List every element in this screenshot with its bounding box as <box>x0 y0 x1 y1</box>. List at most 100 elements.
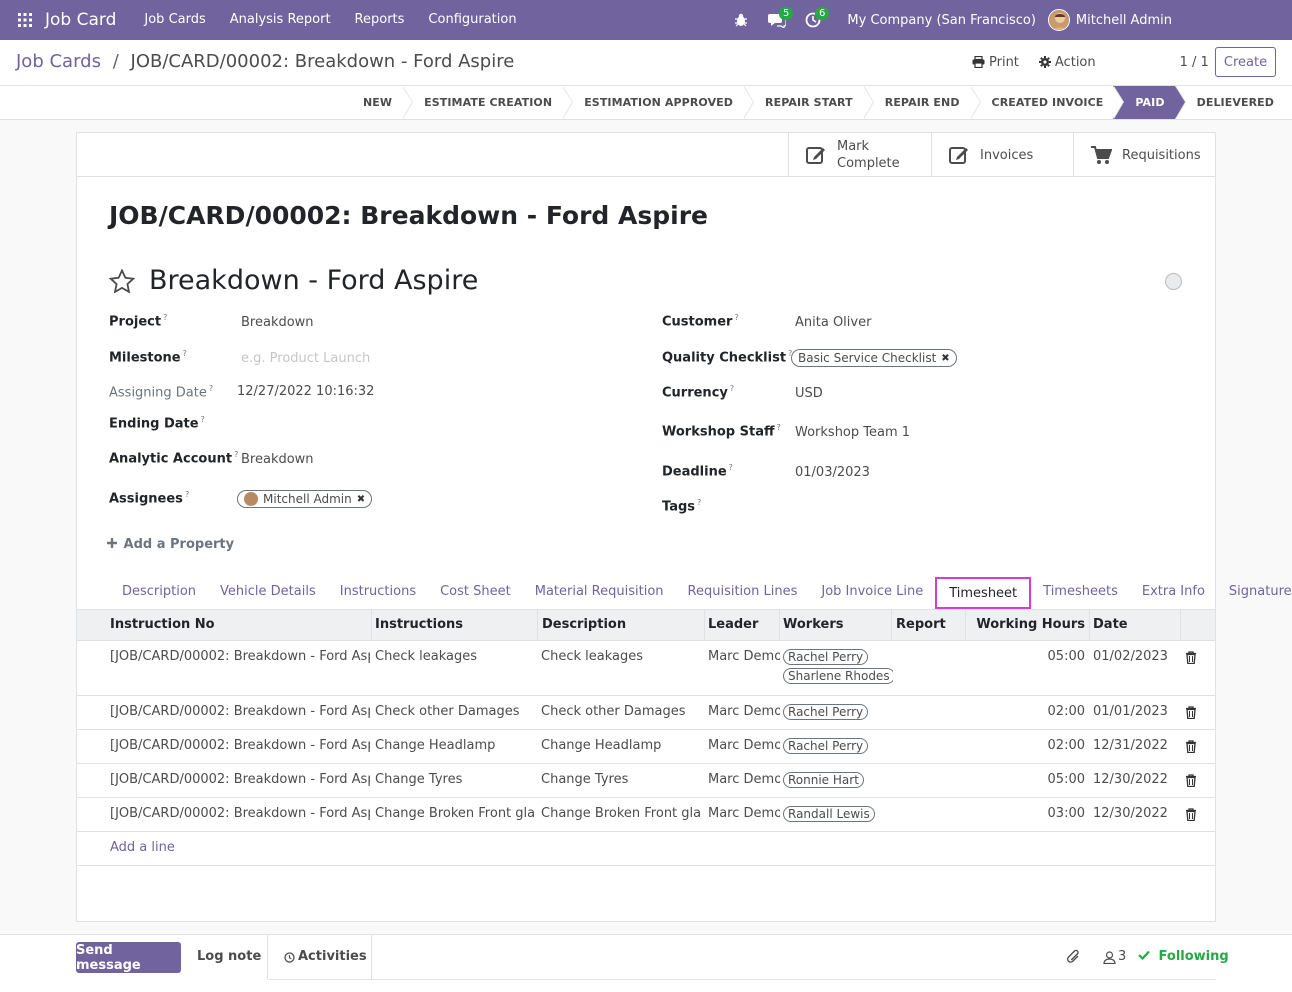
user-name: Mitchell Admin <box>1075 12 1172 28</box>
cell-instructions: Change Headlamp <box>375 738 496 753</box>
worker-tag: Rachel Perry <box>783 649 869 665</box>
col-instruction-no[interactable]: Instruction No <box>106 610 372 641</box>
menu-reports[interactable]: Reports <box>343 0 417 40</box>
tab-job-invoice-line[interactable]: Job Invoice Line <box>809 577 935 609</box>
currency-field[interactable]: USD <box>795 386 823 401</box>
cell-working-hours: 05:00 <box>1047 772 1085 787</box>
app-brand[interactable]: Job Card <box>45 10 116 30</box>
action-button[interactable]: Action <box>1038 55 1096 70</box>
invoices-button[interactable]: Invoices <box>931 133 1073 177</box>
table-row[interactable]: [JOB/CARD/00002: Breakdown - Ford Asp...… <box>77 764 1215 798</box>
mark-complete-label-1: Mark <box>837 139 870 154</box>
add-line-button[interactable]: Add a line <box>110 840 175 855</box>
stage-repair-end[interactable]: REPAIR END <box>863 86 981 119</box>
tab-signature[interactable]: Signature <box>1217 577 1292 609</box>
cell-description: Change Headlamp <box>541 738 662 753</box>
col-description[interactable]: Description <box>538 610 705 641</box>
create-button[interactable]: Create <box>1215 47 1276 77</box>
chat-icon[interactable]: 5 <box>759 0 795 40</box>
following-button[interactable]: Following <box>1138 935 1229 979</box>
analytic-account-label: Analytic Account? <box>109 450 239 467</box>
tab-requisition-lines[interactable]: Requisition Lines <box>676 577 810 609</box>
task-name-field[interactable]: Breakdown - Ford Aspire <box>149 265 478 296</box>
cell-instruction-no: [JOB/CARD/00002: Breakdown - Ford Asp... <box>110 704 370 719</box>
tab-instructions[interactable]: Instructions <box>328 577 428 609</box>
assignee-tag[interactable]: Mitchell Admin ✖ <box>237 490 373 508</box>
company-switcher[interactable]: My Company (San Francisco) <box>847 13 1035 28</box>
col-working-hours[interactable]: Working Hours <box>966 610 1090 641</box>
table-row[interactable]: [JOB/CARD/00002: Breakdown - Ford Asp...… <box>77 641 1215 696</box>
tab-timesheets[interactable]: Timesheets <box>1031 577 1130 609</box>
plus-icon <box>107 538 117 548</box>
add-property-button[interactable]: Add a Property <box>107 537 234 552</box>
smart-buttons-row: Mark Complete Invoices Requisitions <box>77 133 1215 177</box>
breadcrumb-parent[interactable]: Job Cards <box>16 51 101 72</box>
milestone-label: Milestone? <box>109 349 187 366</box>
table-row[interactable]: [JOB/CARD/00002: Breakdown - Ford Asp...… <box>77 696 1215 730</box>
deadline-field[interactable]: 01/03/2023 <box>795 465 870 480</box>
customer-field[interactable]: Anita Oliver <box>795 315 871 330</box>
col-date[interactable]: Date <box>1089 610 1181 641</box>
paperclip-icon[interactable] <box>1066 949 1082 965</box>
trash-icon[interactable] <box>1185 808 1197 821</box>
worker-tag: Sharlene Rhodes <box>783 668 893 684</box>
menu-analysis-report[interactable]: Analysis Report <box>218 0 343 40</box>
menu-job-cards[interactable]: Job Cards <box>132 0 217 40</box>
trash-icon[interactable] <box>1185 651 1197 664</box>
edit-icon <box>949 147 968 164</box>
statusbar: NEW ESTIMATE CREATION ESTIMATION APPROVE… <box>0 86 1292 120</box>
col-instructions[interactable]: Instructions <box>371 610 538 641</box>
user-menu[interactable]: Mitchell Admin <box>1047 9 1172 31</box>
log-note-button[interactable]: Log note <box>197 935 261 979</box>
remove-tag-icon[interactable]: ✖ <box>357 494 365 505</box>
activities-button[interactable]: Activities <box>284 935 367 979</box>
project-field[interactable]: Breakdown <box>241 315 314 330</box>
assigning-date-field[interactable]: 12/27/2022 10:16:32 <box>237 384 374 399</box>
cell-working-hours: 02:00 <box>1047 704 1085 719</box>
workshop-staff-field[interactable]: Workshop Team 1 <box>795 425 910 440</box>
cell-working-hours: 03:00 <box>1047 806 1085 821</box>
followers-button[interactable]: 3 <box>1103 935 1126 979</box>
table-row[interactable]: [JOB/CARD/00002: Breakdown - Ford Asp...… <box>77 730 1215 764</box>
trash-icon[interactable] <box>1185 706 1197 719</box>
print-button[interactable]: Print <box>972 55 1019 70</box>
apps-grid-icon[interactable] <box>8 0 42 40</box>
stage-repair-start[interactable]: REPAIR START <box>743 86 874 119</box>
stage-delievered[interactable]: DELIEVERED <box>1175 86 1284 119</box>
send-message-button[interactable]: Send message <box>76 942 181 973</box>
col-leader[interactable]: Leader <box>704 610 780 641</box>
breadcrumb: Job Cards / JOB/CARD/00002: Breakdown - … <box>16 51 514 72</box>
milestone-field[interactable]: e.g. Product Launch <box>241 351 370 366</box>
user-icon <box>1103 950 1116 964</box>
col-workers[interactable]: Workers <box>779 610 892 641</box>
pager-value[interactable]: 1 / 1 <box>1180 55 1209 70</box>
tab-extra-info[interactable]: Extra Info <box>1130 577 1217 609</box>
deadline-label: Deadline? <box>662 463 733 480</box>
bug-icon[interactable] <box>723 0 759 40</box>
print-icon <box>972 56 985 68</box>
requisitions-button[interactable]: Requisitions <box>1073 133 1215 177</box>
top-navbar: Job Card Job Cards Analysis Report Repor… <box>0 0 1292 40</box>
notebook-tabs: Description Vehicle Details Instructions… <box>77 577 1292 609</box>
stage-created-invoice[interactable]: CREATED INVOICE <box>970 86 1125 119</box>
tab-vehicle-details[interactable]: Vehicle Details <box>208 577 328 609</box>
stage-estimate-creation[interactable]: ESTIMATE CREATION <box>402 86 574 119</box>
stage-new[interactable]: NEW <box>341 86 414 119</box>
tab-description[interactable]: Description <box>110 577 208 609</box>
kanban-state-indicator[interactable] <box>1165 273 1182 290</box>
remove-tag-icon[interactable]: ✖ <box>941 353 949 364</box>
star-icon[interactable] <box>109 268 135 293</box>
stage-estimation-approved[interactable]: ESTIMATION APPROVED <box>562 86 754 119</box>
clock-icon[interactable]: 6 <box>795 0 831 40</box>
tab-cost-sheet[interactable]: Cost Sheet <box>428 577 523 609</box>
quality-checklist-tag[interactable]: Basic Service Checklist ✖ <box>791 349 957 367</box>
tab-timesheet[interactable]: Timesheet <box>935 577 1032 609</box>
table-row[interactable]: [JOB/CARD/00002: Breakdown - Ford Asp...… <box>77 798 1215 832</box>
tab-material-requisition[interactable]: Material Requisition <box>523 577 676 609</box>
analytic-account-field[interactable]: Breakdown <box>241 452 314 467</box>
trash-icon[interactable] <box>1185 774 1197 787</box>
trash-icon[interactable] <box>1185 740 1197 753</box>
col-report[interactable]: Report <box>892 610 966 641</box>
mark-complete-button[interactable]: Mark Complete <box>788 133 931 177</box>
menu-configuration[interactable]: Configuration <box>416 0 528 40</box>
